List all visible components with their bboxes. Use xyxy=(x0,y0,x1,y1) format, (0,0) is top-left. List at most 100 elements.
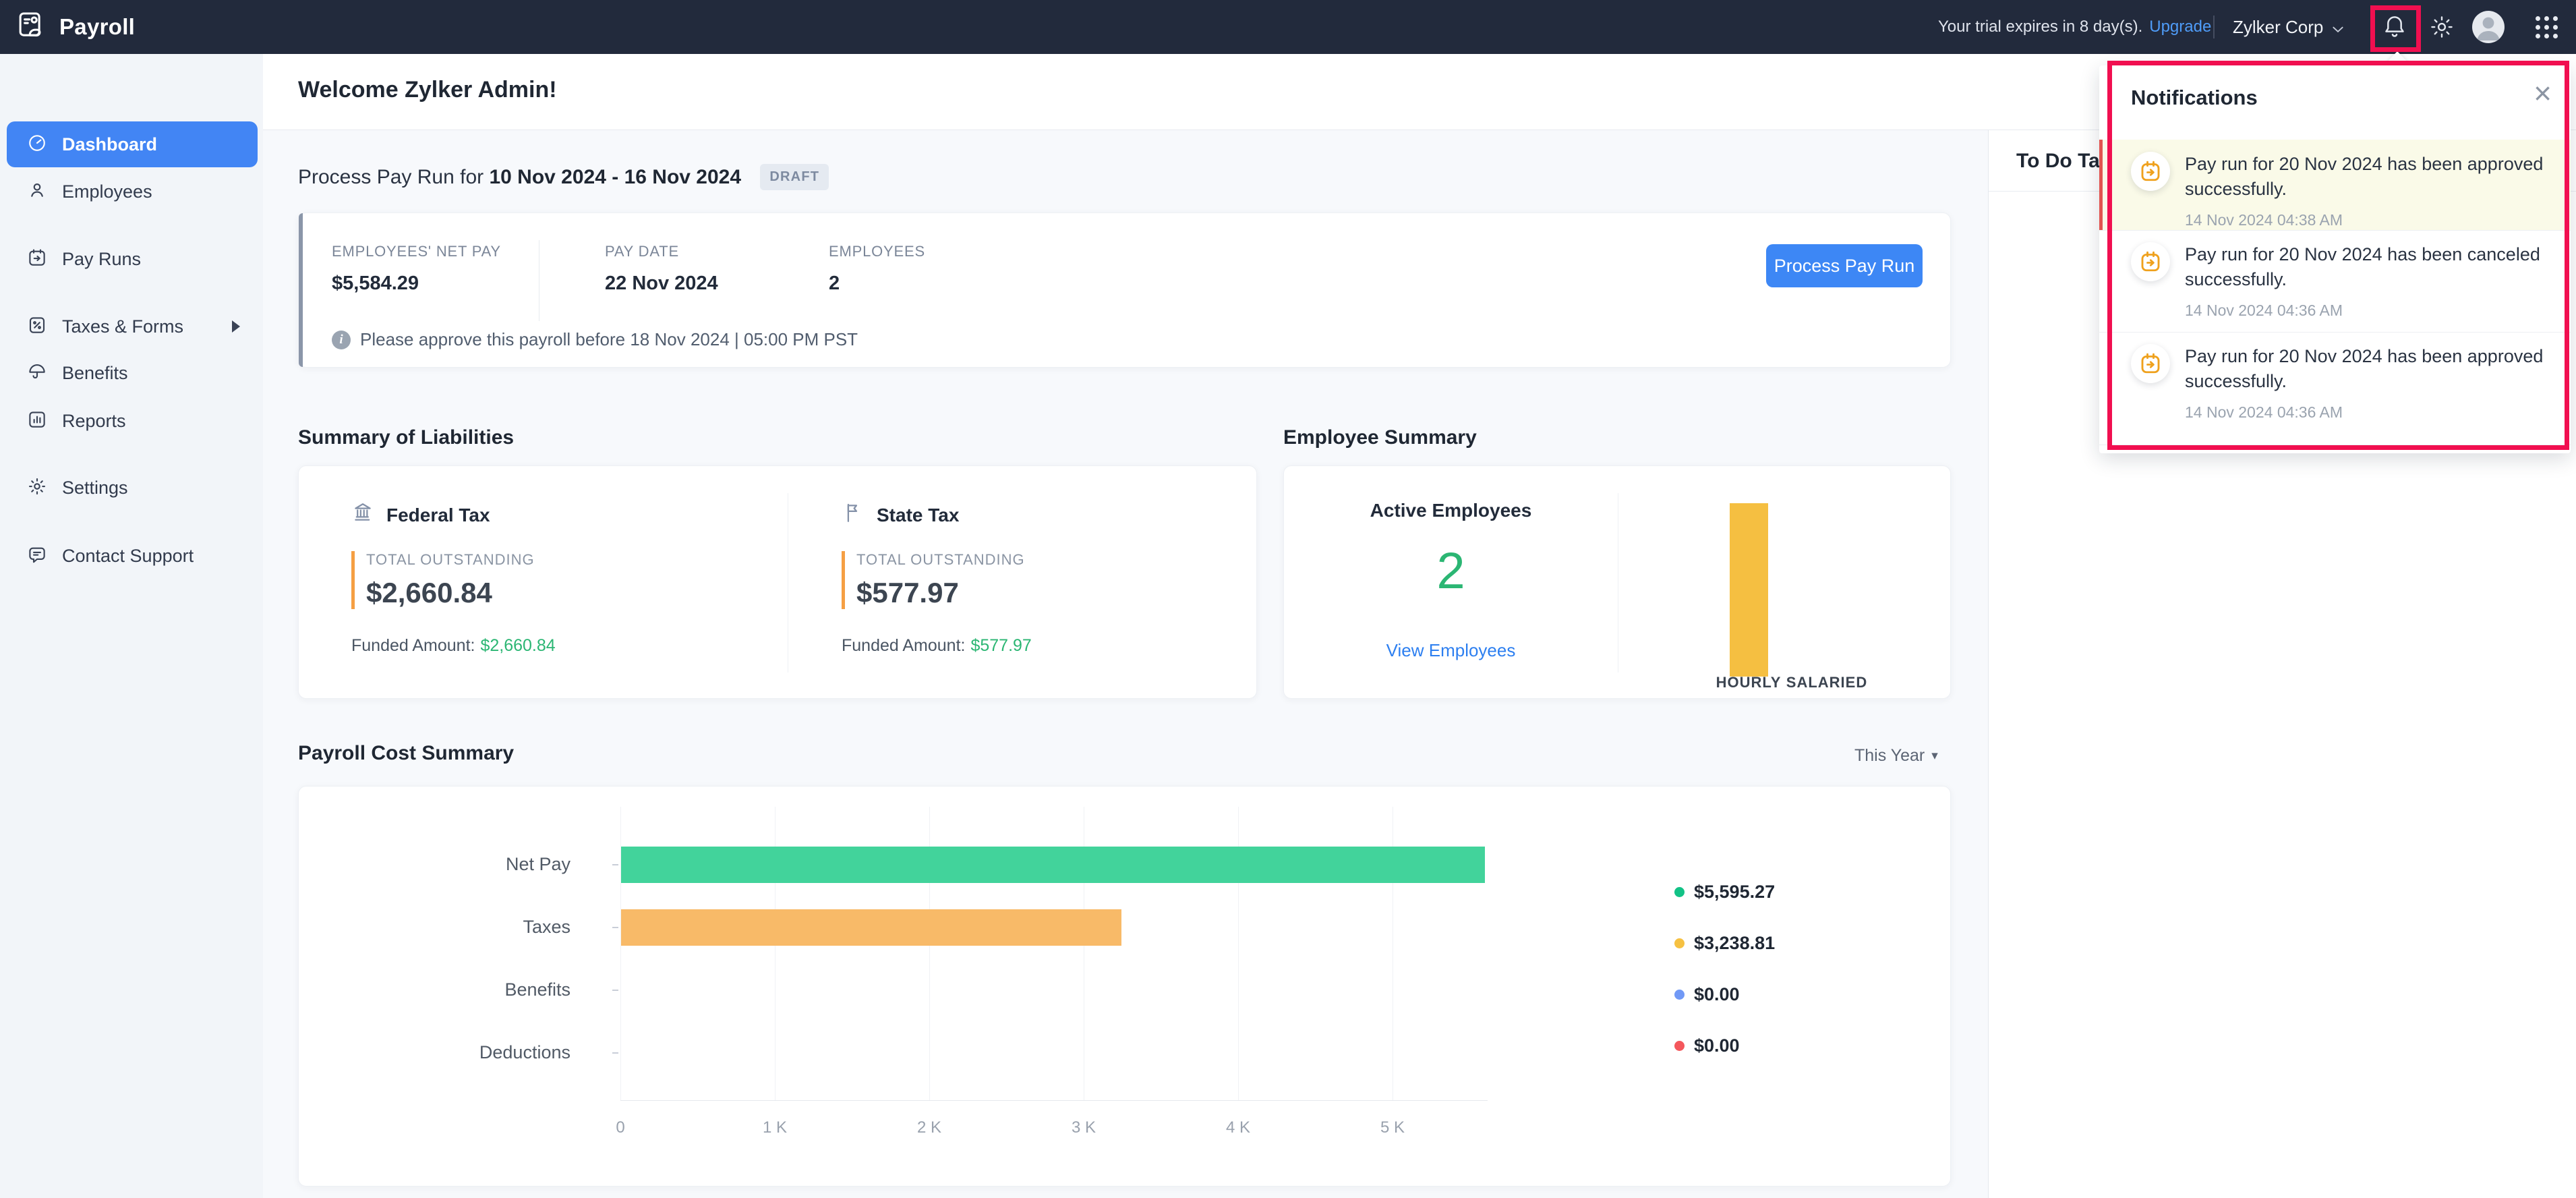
status-badge: DRAFT xyxy=(760,164,829,190)
legend-row: $5,595.27 xyxy=(1674,882,1775,903)
funded-amount-value: $577.97 xyxy=(970,636,1032,655)
sidebar-item-label: Reports xyxy=(62,410,126,431)
notification-item[interactable]: Pay run for 20 Nov 2024 has been approve… xyxy=(2099,140,2571,230)
close-icon[interactable]: × xyxy=(2534,78,2552,109)
chevron-down-icon xyxy=(2333,17,2343,38)
liabilities-title: Summary of Liabilities xyxy=(298,426,515,449)
notification-body: Pay run for 20 Nov 2024 has been approve… xyxy=(2185,152,2550,229)
legend-value: $3,238.81 xyxy=(1694,933,1776,953)
range-dropdown[interactable]: This Year ▾ xyxy=(1854,746,1938,766)
sidebar-item-label: Taxes & Forms xyxy=(62,316,184,337)
app-brand: Payroll xyxy=(16,0,135,54)
topbar-separator xyxy=(2213,16,2215,38)
process-pay-run-button[interactable]: Process Pay Run xyxy=(1766,244,1923,287)
notification-item[interactable]: Pay run for 20 Nov 2024 has been cancele… xyxy=(2099,230,2571,332)
payrun-heading: Process Pay Run for 10 Nov 2024 - 16 Nov… xyxy=(298,164,829,193)
funded-amount-value: $2,660.84 xyxy=(480,636,556,655)
sidebar-item-dashboard[interactable]: Dashboard xyxy=(7,121,258,167)
legend-row: $3,238.81 xyxy=(1674,933,1775,954)
submenu-arrow-icon xyxy=(232,320,240,333)
triangle-down-icon: ▾ xyxy=(1931,749,1938,763)
trial-text: Your trial expires in 8 day(s). xyxy=(1938,18,2143,36)
contact-support-icon xyxy=(27,544,47,568)
employees-icon xyxy=(27,180,47,204)
settings-icon xyxy=(27,476,47,500)
payrun-stat-0: EMPLOYEES' NET PAY $5,584.29 xyxy=(332,243,501,295)
todo-tasks-title: To Do Ta xyxy=(2016,150,2100,172)
capitol-icon xyxy=(351,501,374,529)
liability-federal: Federal Tax TOTAL OUTSTANDING $2,660.84 Fun… xyxy=(299,466,778,698)
liability-state: State Tax TOTAL OUTSTANDING $577.97 Funded … xyxy=(789,466,1268,698)
sidebar-item-contact-support[interactable]: Contact Support xyxy=(0,537,263,575)
notifications-bell-icon[interactable] xyxy=(2381,13,2408,40)
x-tick-label: 0 xyxy=(616,1118,625,1137)
legend-value: $0.00 xyxy=(1694,984,1740,1004)
payrun-period: 10 Nov 2024 - 16 Nov 2024 xyxy=(489,166,742,188)
outstanding-block: TOTAL OUTSTANDING $2,660.84 xyxy=(351,551,535,609)
legend-value: $0.00 xyxy=(1694,1035,1740,1056)
range-dropdown-label: This Year xyxy=(1854,746,1925,765)
employee-summary-card: Active Employees 2 View Employees HOURLY… xyxy=(1283,465,1951,699)
employee-type-label: SALARIED xyxy=(1786,674,1868,691)
reports-icon xyxy=(27,409,47,433)
employee-summary-title: Employee Summary xyxy=(1283,426,1477,449)
sidebar-item-pay-runs[interactable]: Pay Runs xyxy=(0,240,263,278)
active-employees-label: Active Employees xyxy=(1370,500,1532,521)
sidebar-item-reports[interactable]: Reports xyxy=(0,402,263,440)
notification-message: Pay run for 20 Nov 2024 has been cancele… xyxy=(2185,244,2540,289)
legend-dot xyxy=(1674,938,1685,948)
stat-label: EMPLOYEES xyxy=(829,243,925,260)
legend-row: $0.00 xyxy=(1674,1035,1740,1056)
trial-banner: Your trial expires in 8 day(s). Upgrade xyxy=(1938,0,2211,54)
legend-dot xyxy=(1674,990,1685,1000)
org-name: Zylker Corp xyxy=(2233,16,2324,37)
payrun-card: EMPLOYEES' NET PAY $5,584.29 PAY DATE 22 No… xyxy=(298,212,1951,368)
legend-dot xyxy=(1674,1041,1685,1051)
sidebar-item-label: Benefits xyxy=(62,362,128,383)
funded-amount: Funded Amount: $577.97 xyxy=(842,636,1032,655)
outstanding-label: TOTAL OUTSTANDING xyxy=(366,551,535,568)
payrun-card-accent xyxy=(299,213,303,367)
payroll-dashboard-page: Payroll Your trial expires in 8 day(s). … xyxy=(0,0,2576,1198)
notification-body: Pay run for 20 Nov 2024 has been approve… xyxy=(2185,344,2550,422)
apps-grid-icon[interactable] xyxy=(2536,16,2558,39)
dashboard-icon xyxy=(27,133,47,156)
org-switcher[interactable]: Zylker Corp xyxy=(2233,0,2343,54)
x-tick-label: 2 K xyxy=(916,1118,942,1137)
employee-bar-hourly xyxy=(1730,503,1768,677)
notification-message: Pay run for 20 Nov 2024 has been approve… xyxy=(2185,346,2544,391)
payrun-stat-2: EMPLOYEES 2 xyxy=(829,243,925,295)
category-tick xyxy=(612,990,618,991)
page-title: Welcome Zylker Admin! xyxy=(298,77,557,103)
category-label: Taxes xyxy=(523,917,570,937)
upgrade-link[interactable]: Upgrade xyxy=(2149,18,2211,36)
category-tick xyxy=(612,1052,618,1054)
active-employees-count: 2 xyxy=(1436,542,1465,600)
view-employees-link[interactable]: View Employees xyxy=(1284,640,1618,661)
outstanding-label: TOTAL OUTSTANDING xyxy=(856,551,1025,568)
sidebar-item-employees[interactable]: Employees xyxy=(0,173,263,210)
sidebar-item-taxes-forms[interactable]: Taxes & Forms xyxy=(0,308,263,345)
legend-value: $5,595.27 xyxy=(1694,882,1776,902)
payrun-heading-prefix: Process Pay Run for xyxy=(298,166,484,188)
legend-dot xyxy=(1674,887,1685,897)
liabilities-card: Federal Tax TOTAL OUTSTANDING $2,660.84 Fun… xyxy=(298,465,1257,699)
sidebar-item-label: Pay Runs xyxy=(62,248,142,269)
category-label: Benefits xyxy=(504,979,570,1000)
settings-gear-icon[interactable] xyxy=(2429,14,2455,40)
stat-label: EMPLOYEES' NET PAY xyxy=(332,243,501,260)
notification-message: Pay run for 20 Nov 2024 has been approve… xyxy=(2185,154,2544,199)
app-title: Payroll xyxy=(59,14,136,39)
notification-item[interactable]: Pay run for 20 Nov 2024 has been approve… xyxy=(2099,332,2571,445)
notification-timestamp: 14 Nov 2024 04:38 AM xyxy=(2185,211,2343,229)
outstanding-value: $2,660.84 xyxy=(366,577,492,608)
x-tick-label: 1 K xyxy=(762,1118,788,1137)
payroll-logo-icon xyxy=(16,10,47,45)
user-avatar[interactable] xyxy=(2472,11,2505,43)
info-icon: i xyxy=(332,330,351,349)
x-axis-line xyxy=(620,1100,1488,1101)
funded-amount: Funded Amount: $2,660.84 xyxy=(351,636,556,655)
notification-timestamp: 14 Nov 2024 04:36 AM xyxy=(2185,302,2343,319)
sidebar-item-settings[interactable]: Settings xyxy=(0,469,263,507)
sidebar-item-benefits[interactable]: Benefits xyxy=(0,354,263,392)
